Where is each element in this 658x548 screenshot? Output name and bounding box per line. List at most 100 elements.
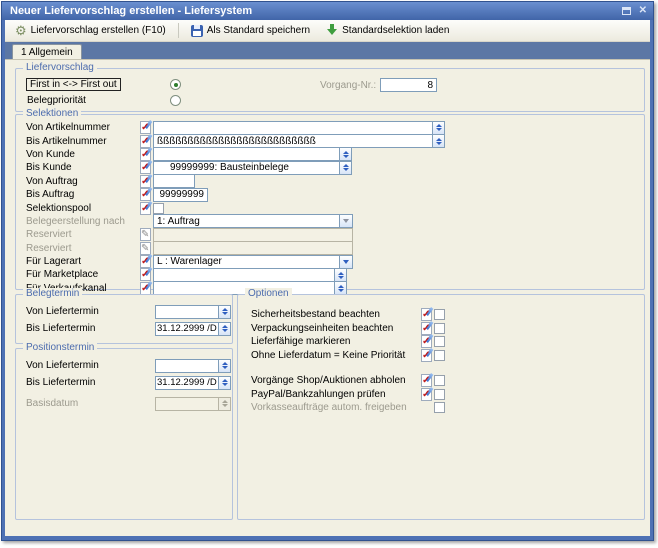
row-sicherheitsbestand: Sicherheitsbestand beachten bbox=[238, 308, 644, 322]
save-as-default-label: Als Standard speichern bbox=[207, 25, 310, 36]
load-default-selection-button[interactable]: Standardselektion laden bbox=[320, 21, 455, 40]
marketplace-input[interactable] bbox=[153, 268, 335, 282]
belegprioritaet-radio-label[interactable]: Belegpriorität bbox=[27, 95, 86, 106]
row-bis-kunde: Bis Kunde bbox=[16, 161, 644, 174]
sicherheitsbestand-label: Sicherheitsbestand beachten bbox=[251, 309, 421, 320]
von-artikelnummer-input[interactable] bbox=[153, 121, 433, 135]
fifo-radio-label[interactable]: First in <-> First out bbox=[26, 78, 121, 91]
beleg-bis-liefertermin-input[interactable] bbox=[155, 322, 219, 336]
beleg-von-liefertermin-input[interactable] bbox=[155, 305, 219, 319]
reserviert-input-1 bbox=[153, 228, 353, 242]
paypal-label: PayPal/Bankzahlungen prüfen bbox=[251, 389, 421, 400]
bis-kunde-input[interactable] bbox=[153, 161, 340, 175]
gear-icon: ⚙ bbox=[15, 24, 27, 37]
von-auftrag-input[interactable] bbox=[153, 174, 195, 188]
row-von-auftrag: Von Auftrag bbox=[16, 175, 644, 188]
floppy-disk-icon bbox=[191, 25, 203, 37]
vorgang-nr-input[interactable] bbox=[380, 78, 437, 92]
row-selektionspool: Selektionspool bbox=[16, 201, 644, 214]
app-window: Neuer Liefervorschlag erstellen - Liefer… bbox=[1, 1, 654, 541]
lagerart-dropdown[interactable] bbox=[153, 255, 340, 269]
selection-check-icon[interactable] bbox=[140, 282, 151, 295]
group-title: Belegtermin bbox=[23, 288, 82, 299]
spinner-button[interactable] bbox=[219, 305, 231, 319]
vorgaenge-shop-checkbox[interactable] bbox=[434, 375, 445, 386]
lieferfaehige-label: Lieferfähige markieren bbox=[251, 336, 421, 347]
chevron-down-icon[interactable] bbox=[340, 214, 353, 228]
bis-liefertermin-label: Bis Liefertermin bbox=[26, 377, 155, 388]
spinner-button[interactable] bbox=[219, 322, 231, 336]
von-liefertermin-label: Von Liefertermin bbox=[26, 360, 155, 371]
spinner-button[interactable] bbox=[335, 268, 347, 282]
spinner-button[interactable] bbox=[340, 147, 352, 161]
vorkasse-checkbox bbox=[434, 402, 445, 413]
fuer-marketplace-label: Für Marketplace bbox=[26, 269, 140, 280]
spinner-button[interactable] bbox=[433, 134, 445, 148]
selektionspool-checkbox[interactable] bbox=[153, 203, 164, 214]
selection-check-icon[interactable] bbox=[140, 161, 151, 174]
pos-von-liefertermin-input[interactable] bbox=[155, 359, 219, 373]
group-title: Selektionen bbox=[23, 108, 81, 119]
selection-check-icon[interactable] bbox=[421, 349, 432, 362]
belegeerstellung-dropdown[interactable] bbox=[153, 214, 340, 228]
fifo-radio[interactable] bbox=[170, 79, 181, 90]
selection-check-icon[interactable] bbox=[140, 202, 151, 215]
selection-check-icon[interactable] bbox=[421, 388, 432, 401]
window-body: ⚙ Liefervorschlag erstellen (F10) Als St… bbox=[5, 20, 650, 536]
von-liefertermin-label: Von Liefertermin bbox=[26, 306, 155, 317]
verpackungseinheiten-checkbox[interactable] bbox=[434, 323, 445, 334]
save-as-default-button[interactable]: Als Standard speichern bbox=[185, 22, 316, 40]
ohne-lieferdatum-checkbox[interactable] bbox=[434, 350, 445, 361]
spinner-button[interactable] bbox=[219, 376, 231, 390]
restore-icon[interactable] bbox=[621, 6, 632, 16]
group-title: Optionen bbox=[245, 288, 292, 299]
create-delivery-proposal-button[interactable]: ⚙ Liefervorschlag erstellen (F10) bbox=[9, 21, 172, 40]
spinner-button[interactable] bbox=[433, 121, 445, 135]
close-icon[interactable]: ✕ bbox=[639, 6, 647, 16]
selection-check-icon[interactable] bbox=[140, 135, 151, 148]
row-reserviert-1: Reserviert bbox=[16, 228, 644, 241]
von-artikelnummer-label: Von Artikelnummer bbox=[26, 122, 140, 133]
load-default-selection-label: Standardselektion laden bbox=[342, 25, 449, 36]
row-belegeerstellung: Belegeerstellung nach bbox=[16, 215, 644, 228]
spinner-button bbox=[219, 397, 231, 411]
sicherheitsbestand-checkbox[interactable] bbox=[434, 309, 445, 320]
chevron-down-icon[interactable] bbox=[340, 255, 353, 269]
pos-bis-liefertermin-input[interactable] bbox=[155, 376, 219, 390]
group-selektionen: Selektionen Von Artikelnummer Bis Artike… bbox=[15, 114, 645, 290]
selection-check-icon[interactable] bbox=[421, 374, 432, 387]
selection-check-icon[interactable] bbox=[421, 308, 432, 321]
reserviert-label: Reserviert bbox=[26, 229, 140, 240]
selection-check-icon[interactable] bbox=[140, 268, 151, 281]
selection-check-icon[interactable] bbox=[421, 335, 432, 348]
selection-check-icon[interactable] bbox=[140, 121, 151, 134]
von-kunde-label: Von Kunde bbox=[26, 149, 140, 160]
von-kunde-input[interactable] bbox=[153, 147, 340, 161]
fuer-lagerart-label: Für Lagerart bbox=[26, 256, 140, 267]
bis-artikelnummer-label: Bis Artikelnummer bbox=[26, 136, 140, 147]
verpackungseinheiten-label: Verpackungseinheiten beachten bbox=[251, 323, 421, 334]
titlebar[interactable]: Neuer Liefervorschlag erstellen - Liefer… bbox=[2, 2, 653, 20]
row-beleg-bis-liefertermin: Bis Liefertermin bbox=[16, 320, 232, 337]
lieferfaehige-checkbox[interactable] bbox=[434, 336, 445, 347]
selection-check-icon[interactable] bbox=[140, 188, 151, 201]
spinner-button[interactable] bbox=[219, 359, 231, 373]
bis-artikelnummer-input[interactable] bbox=[153, 134, 433, 148]
basisdatum-label: Basisdatum bbox=[26, 398, 155, 409]
paypal-checkbox[interactable] bbox=[434, 389, 445, 400]
download-arrow-icon bbox=[326, 24, 338, 37]
row-paypal: PayPal/Bankzahlungen prüfen bbox=[238, 388, 644, 402]
row-von-artikelnummer: Von Artikelnummer bbox=[16, 121, 644, 134]
row-reserviert-2: Reserviert bbox=[16, 242, 644, 255]
group-title: Positionstermin bbox=[23, 342, 97, 353]
bis-auftrag-input[interactable] bbox=[153, 188, 208, 202]
row-lieferfaehige: Lieferfähige markieren bbox=[238, 335, 644, 349]
tab-strip: 1 Allgemein bbox=[5, 42, 650, 59]
window-title: Neuer Liefervorschlag erstellen - Liefer… bbox=[10, 5, 621, 17]
tab-allgemein[interactable]: 1 Allgemein bbox=[12, 44, 82, 59]
basisdatum-input bbox=[155, 397, 219, 411]
spinner-button[interactable] bbox=[340, 161, 352, 175]
create-delivery-proposal-label: Liefervorschlag erstellen (F10) bbox=[31, 25, 166, 36]
reserviert-label: Reserviert bbox=[26, 243, 140, 254]
belegprioritaet-radio[interactable] bbox=[170, 95, 181, 106]
